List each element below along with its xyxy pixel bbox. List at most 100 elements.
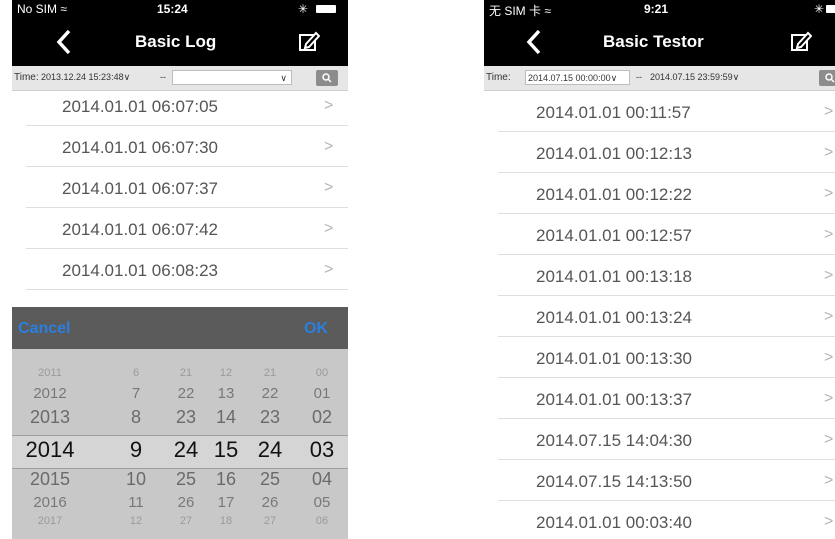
list-item[interactable]: 2014.01.01 00:12:57 > [484, 214, 835, 255]
ok-button[interactable]: OK [304, 320, 328, 338]
left-phone-screen: No SIM ≈ 15:24 ✳ Basic Log Time: 2013.12… [12, 0, 348, 539]
chevron-right-icon: > [824, 390, 834, 407]
bluetooth-icon: ✳ [298, 2, 309, 16]
chevron-right-icon: > [824, 226, 834, 243]
picker-value: 2016 [33, 494, 67, 511]
list-item-label: 2014.01.01 06:07:37 [62, 179, 218, 198]
carrier-label: No SIM ≈ [17, 2, 67, 16]
picker-value: 03 [309, 437, 335, 462]
battery-icon [316, 5, 336, 13]
list-item[interactable]: 2014.01.01 00:13:30 > [484, 337, 835, 378]
search-button[interactable] [819, 70, 835, 86]
date-time-picker[interactable]: 2011 2012 2013 2014 2015 2016 2017 6 7 8 9 10 11 12 21… [12, 349, 348, 539]
picker-value: 11 [128, 494, 144, 511]
list-item-label: 2014.01.01 00:13:37 [536, 390, 692, 409]
picker-value: 9 [129, 437, 143, 462]
picker-value: 22 [177, 385, 195, 402]
picker-value: 12 [129, 515, 143, 527]
list-item[interactable]: 2014.01.01 00:13:24 > [484, 296, 835, 337]
picker-value: 14 [215, 407, 237, 427]
time-filter-bar: Time: 2014.07.15 00:00:00∨ -- 2014.07.15… [484, 66, 835, 91]
picker-value: 25 [175, 469, 197, 489]
picker-value: 13 [217, 385, 235, 402]
picker-column[interactable]: 21 22 23 24 25 26 27 [252, 349, 288, 539]
picker-value: 8 [130, 407, 141, 427]
picker-column[interactable]: 12 13 14 15 16 17 18 [208, 349, 244, 539]
picker-value: 12 [219, 367, 233, 379]
picker-value: 17 [217, 494, 235, 511]
list-item[interactable]: 2014.01.01 00:13:18 > [484, 255, 835, 296]
picker-value: 21 [263, 367, 277, 379]
chevron-right-icon: > [324, 220, 334, 237]
list-item-label: 2014.01.01 00:13:30 [536, 349, 692, 368]
list-item[interactable]: 2014.01.01 00:03:40 > [484, 501, 835, 539]
chevron-left-icon[interactable] [56, 29, 72, 55]
list-item[interactable]: 2014.01.01 06:07:42 > [12, 208, 348, 249]
battery-icon [826, 5, 835, 13]
chevron-right-icon: > [324, 138, 334, 155]
edit-icon[interactable] [790, 30, 812, 52]
log-list: 2014.01.01 00:11:57 >2014.01.01 00:12:13 >… [484, 91, 835, 539]
picker-value: 2017 [37, 515, 63, 527]
picker-value: 01 [313, 385, 331, 402]
start-time-select[interactable]: 2013.12.24 15:23:48∨ [39, 70, 157, 85]
picker-value: 16 [215, 469, 237, 489]
chevron-right-icon: > [824, 185, 834, 202]
cancel-button[interactable]: Cancel [18, 320, 70, 338]
list-item-label: 2014.07.15 14:04:30 [536, 431, 692, 450]
edit-icon[interactable] [298, 30, 320, 52]
picker-column[interactable]: 21 22 23 24 25 26 27 [168, 349, 204, 539]
list-item-label: 2014.01.01 06:07:05 [62, 97, 218, 116]
picker-value: 24 [173, 437, 199, 462]
list-item[interactable]: 2014.01.01 06:07:37 > [12, 167, 348, 208]
picker-value: 06 [315, 515, 329, 527]
nav-bar: Basic Testor [484, 18, 835, 66]
picker-value: 27 [263, 515, 277, 527]
list-item-label: 2014.01.01 06:07:42 [62, 220, 218, 239]
list-item[interactable]: 2014.07.15 14:13:50 > [484, 460, 835, 501]
start-time-select[interactable]: 2014.07.15 00:00:00∨ [525, 70, 630, 85]
end-time-select[interactable]: 2014.07.15 23:59:59∨ [648, 70, 758, 85]
list-item[interactable]: 2014.07.15 14:04:30 > [484, 419, 835, 460]
list-item[interactable]: 2014.01.01 00:11:57 > [484, 91, 835, 132]
range-separator: -- [160, 72, 166, 82]
list-item[interactable]: 2014.01.01 00:12:13 > [484, 132, 835, 173]
list-item-label: 2014.01.01 00:13:24 [536, 308, 692, 327]
status-time: 15:24 [157, 2, 188, 16]
chevron-right-icon: > [824, 308, 834, 325]
picker-value: 26 [177, 494, 195, 511]
picker-column[interactable]: 6 7 8 9 10 11 12 [118, 349, 154, 539]
carrier-label: 无 SIM 卡 ≈ [489, 4, 551, 18]
bluetooth-icon: ✳ [814, 2, 825, 16]
picker-value: 7 [131, 385, 141, 402]
picker-value: 2013 [29, 407, 71, 427]
search-icon [322, 73, 332, 83]
right-phone-screen: 无 SIM 卡 ≈ 9:21 ✳ Basic Testor Time: 2014… [484, 0, 835, 539]
picker-column[interactable]: 00 01 02 03 04 05 06 [302, 349, 342, 539]
search-button[interactable] [316, 70, 338, 86]
list-item[interactable]: 2014.01.01 06:07:05 > [12, 85, 348, 126]
list-item[interactable]: 2014.01.01 00:13:37 > [484, 378, 835, 419]
chevron-right-icon: > [324, 97, 334, 114]
chevron-right-icon: > [824, 431, 834, 448]
list-item[interactable]: 2014.01.01 00:12:22 > [484, 173, 835, 214]
list-item[interactable]: 2014.01.01 06:07:30 > [12, 126, 348, 167]
list-item-label: 2014.01.01 00:03:40 [536, 513, 692, 532]
range-separator: -- [636, 72, 642, 82]
picker-column[interactable]: 2011 2012 2013 2014 2015 2016 2017 [22, 349, 78, 539]
picker-value: 6 [132, 367, 140, 379]
page-title: Basic Log [135, 32, 217, 51]
picker-value: 2011 [38, 367, 62, 379]
list-item-label: 2014.01.01 00:13:18 [536, 267, 692, 286]
status-time: 9:21 [644, 2, 669, 16]
picker-value: 25 [259, 469, 281, 489]
chevron-right-icon: > [824, 513, 834, 530]
end-time-select[interactable]: ∨ [172, 70, 292, 85]
chevron-left-icon[interactable] [526, 29, 542, 55]
list-item[interactable]: 2014.01.01 06:08:23 > [12, 249, 348, 290]
chevron-right-icon: > [824, 267, 834, 284]
list-item-label: 2014.01.01 06:07:30 [62, 138, 218, 157]
list-item-label: 2014.01.01 00:12:57 [536, 226, 692, 245]
chevron-right-icon: > [824, 349, 834, 366]
picker-value: 05 [313, 494, 331, 511]
